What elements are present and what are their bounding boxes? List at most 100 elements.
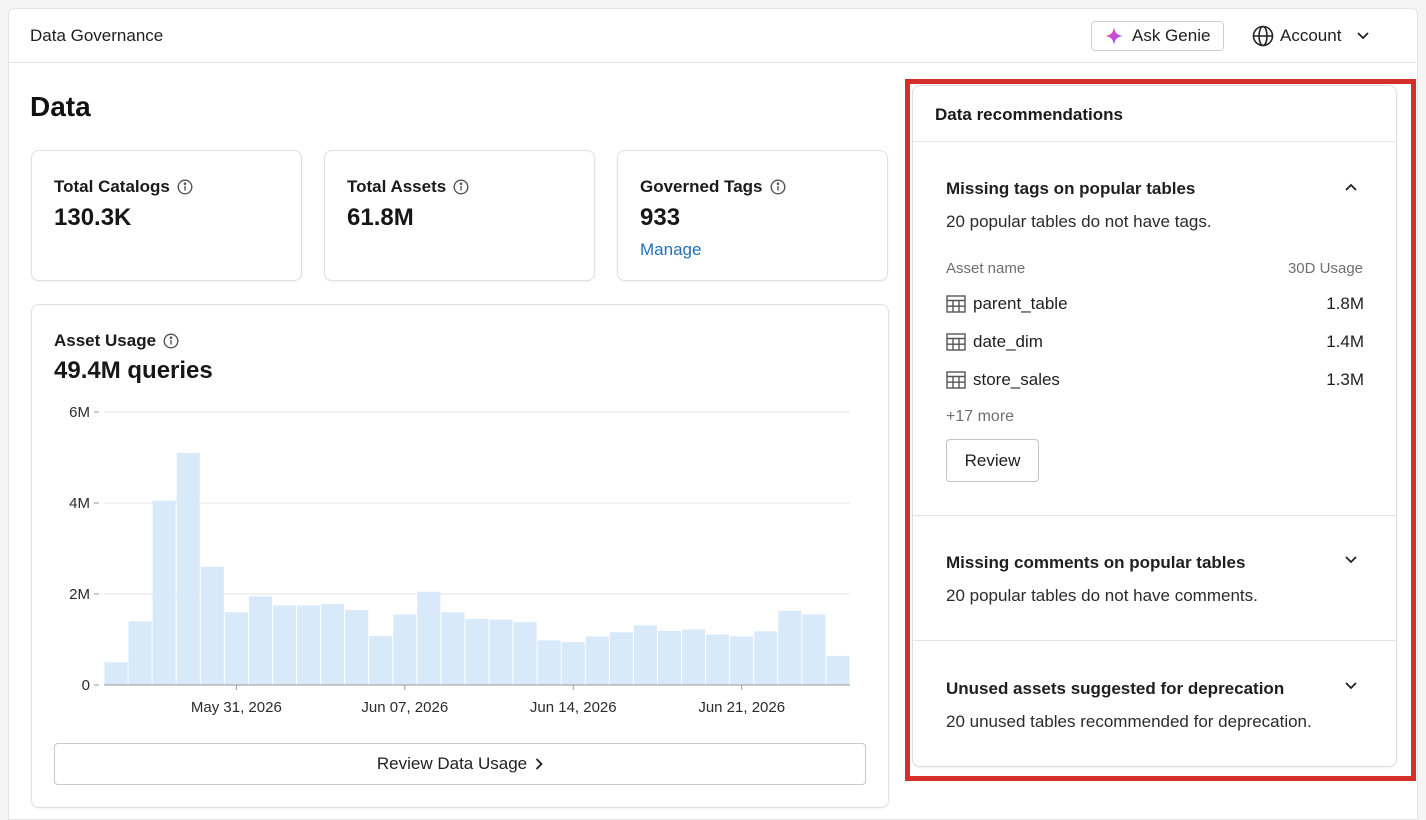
table-row[interactable]: parent_table 1.8M bbox=[946, 292, 1364, 316]
review-data-usage-button[interactable]: Review Data Usage bbox=[54, 743, 866, 785]
stat-label: Total Catalogs bbox=[54, 177, 170, 196]
chart-bar[interactable] bbox=[248, 596, 272, 685]
asset-usage: 1.3M bbox=[1326, 370, 1364, 389]
asset-name: date_dim bbox=[973, 332, 1043, 351]
chart-bar[interactable] bbox=[609, 632, 633, 685]
usage-bar-chart: 0 2M 4M 6M May 31, 2026 Jun 07, 2026 Jun 14, 2… bbox=[69, 404, 850, 716]
stat-value: 61.8M bbox=[347, 204, 414, 231]
section-title-unused-assets[interactable]: Unused assets suggested for deprecation bbox=[946, 679, 1284, 699]
chevron-down-icon[interactable] bbox=[1345, 682, 1357, 690]
x-tick-label: Jun 14, 2026 bbox=[530, 699, 617, 716]
ask-genie-button[interactable]: Ask Genie bbox=[1091, 21, 1224, 51]
y-tick-label: 6M bbox=[69, 404, 90, 421]
section-divider bbox=[913, 515, 1396, 516]
review-button[interactable]: Review bbox=[946, 439, 1039, 482]
info-icon[interactable] bbox=[453, 179, 469, 195]
ask-genie-label: Ask Genie bbox=[1132, 26, 1211, 45]
chart-bar[interactable] bbox=[272, 605, 297, 685]
info-icon[interactable] bbox=[177, 179, 193, 195]
top-bar: Data Governance Ask Genie Account bbox=[9, 9, 1417, 63]
asset-name: store_sales bbox=[973, 370, 1060, 389]
chart-bar[interactable] bbox=[393, 614, 417, 685]
stat-label: Total Assets bbox=[347, 177, 447, 196]
asset-usage: 1.4M bbox=[1326, 332, 1364, 351]
chevron-up-icon[interactable] bbox=[1345, 183, 1357, 191]
chart-bar[interactable] bbox=[417, 591, 441, 685]
chart-bar[interactable] bbox=[321, 604, 345, 685]
stat-label-wrap: Governed Tags bbox=[640, 177, 786, 197]
asset-usage: 1.8M bbox=[1326, 294, 1364, 313]
globe-icon bbox=[1252, 25, 1274, 47]
chart-bar[interactable] bbox=[682, 629, 706, 685]
stat-card-total-catalogs: Total Catalogs 130.3K bbox=[31, 150, 302, 281]
page-title: Data bbox=[30, 91, 91, 122]
asset-name: parent_table bbox=[973, 294, 1068, 313]
chart-bar[interactable] bbox=[465, 619, 489, 685]
chart-bar[interactable] bbox=[200, 566, 224, 685]
recommendations-header: Data recommendations bbox=[913, 86, 1396, 142]
section-divider bbox=[913, 640, 1396, 641]
chart-bar[interactable] bbox=[369, 635, 393, 685]
chart-bar[interactable] bbox=[345, 609, 369, 685]
recommendations-title: Data recommendations bbox=[935, 105, 1123, 124]
more-assets-link[interactable]: +17 more bbox=[946, 408, 1014, 426]
chart-bar[interactable] bbox=[657, 630, 682, 685]
data-recommendations-card: Data recommendations Missing tags on pop… bbox=[912, 85, 1397, 767]
manage-tags-link[interactable]: Manage bbox=[640, 240, 701, 260]
section-desc-unused-assets: 20 unused tables recommended for depreca… bbox=[946, 712, 1312, 731]
chart-bar[interactable] bbox=[104, 662, 128, 685]
section-title-missing-tags[interactable]: Missing tags on popular tables bbox=[946, 179, 1195, 199]
table-icon bbox=[946, 333, 966, 351]
x-tick-label: Jun 21, 2026 bbox=[698, 699, 785, 716]
chart-bar[interactable] bbox=[297, 605, 321, 685]
stat-label: Governed Tags bbox=[640, 177, 763, 196]
chart-bar[interactable] bbox=[826, 655, 850, 685]
stat-value: 933 bbox=[640, 204, 681, 231]
chart-bar[interactable] bbox=[152, 500, 176, 685]
account-label: Account bbox=[1280, 26, 1342, 45]
stat-label-wrap: Total Assets bbox=[347, 177, 469, 197]
x-tick-label: Jun 07, 2026 bbox=[361, 699, 448, 716]
chevron-right-icon bbox=[535, 758, 543, 770]
table-icon bbox=[946, 371, 966, 389]
chart-bar[interactable] bbox=[537, 640, 561, 685]
chart-bar[interactable] bbox=[585, 636, 609, 685]
account-menu[interactable]: Account bbox=[1252, 22, 1370, 50]
col-asset-name: Asset name bbox=[946, 260, 1026, 277]
section-title-missing-comments[interactable]: Missing comments on popular tables bbox=[946, 553, 1245, 573]
info-icon[interactable] bbox=[769, 179, 786, 195]
chart-bar[interactable] bbox=[778, 610, 802, 685]
app-title: Data Governance bbox=[30, 26, 164, 45]
chevron-down-icon[interactable] bbox=[1345, 556, 1357, 564]
table-row[interactable]: date_dim 1.4M bbox=[946, 330, 1364, 354]
sparkle-icon bbox=[1105, 27, 1123, 45]
col-30d-usage: 30D Usage bbox=[1287, 260, 1363, 277]
chevron-down-icon bbox=[1357, 32, 1370, 40]
table-row[interactable]: store_sales 1.3M bbox=[946, 368, 1364, 392]
stat-label-wrap: Total Catalogs bbox=[54, 177, 193, 197]
chart-bar[interactable] bbox=[754, 631, 778, 685]
asset-usage-card: Asset Usage 49.4M queries 0 2M 4M 6M May 31,… bbox=[31, 304, 889, 808]
chart-bar[interactable] bbox=[633, 625, 657, 685]
chart-bar[interactable] bbox=[561, 642, 585, 685]
table-icon bbox=[946, 295, 966, 313]
app-window: Data Governance Ask Genie Account Data T… bbox=[8, 8, 1418, 820]
review-data-usage-label: Review Data Usage bbox=[376, 754, 528, 773]
stat-value: 130.3K bbox=[54, 204, 132, 231]
section-desc-missing-comments: 20 popular tables do not have comments. bbox=[946, 586, 1258, 605]
chart-bar[interactable] bbox=[706, 634, 730, 685]
y-tick-label: 2M bbox=[69, 586, 90, 603]
chart-bar[interactable] bbox=[128, 621, 152, 685]
chart-bar[interactable] bbox=[176, 452, 200, 685]
stat-card-governed-tags: Governed Tags 933 Manage bbox=[617, 150, 888, 281]
section-desc-missing-tags: 20 popular tables do not have tags. bbox=[946, 212, 1212, 231]
chart-bar[interactable] bbox=[513, 622, 537, 685]
stat-card-total-assets: Total Assets 61.8M bbox=[324, 150, 595, 281]
y-tick-label: 4M bbox=[69, 495, 90, 512]
chart-bar[interactable] bbox=[489, 619, 513, 685]
chart-bar[interactable] bbox=[224, 612, 248, 685]
chart-bar[interactable] bbox=[802, 614, 826, 685]
y-tick-label: 0 bbox=[82, 677, 90, 694]
chart-bar[interactable] bbox=[730, 636, 754, 685]
chart-bar[interactable] bbox=[441, 612, 465, 685]
